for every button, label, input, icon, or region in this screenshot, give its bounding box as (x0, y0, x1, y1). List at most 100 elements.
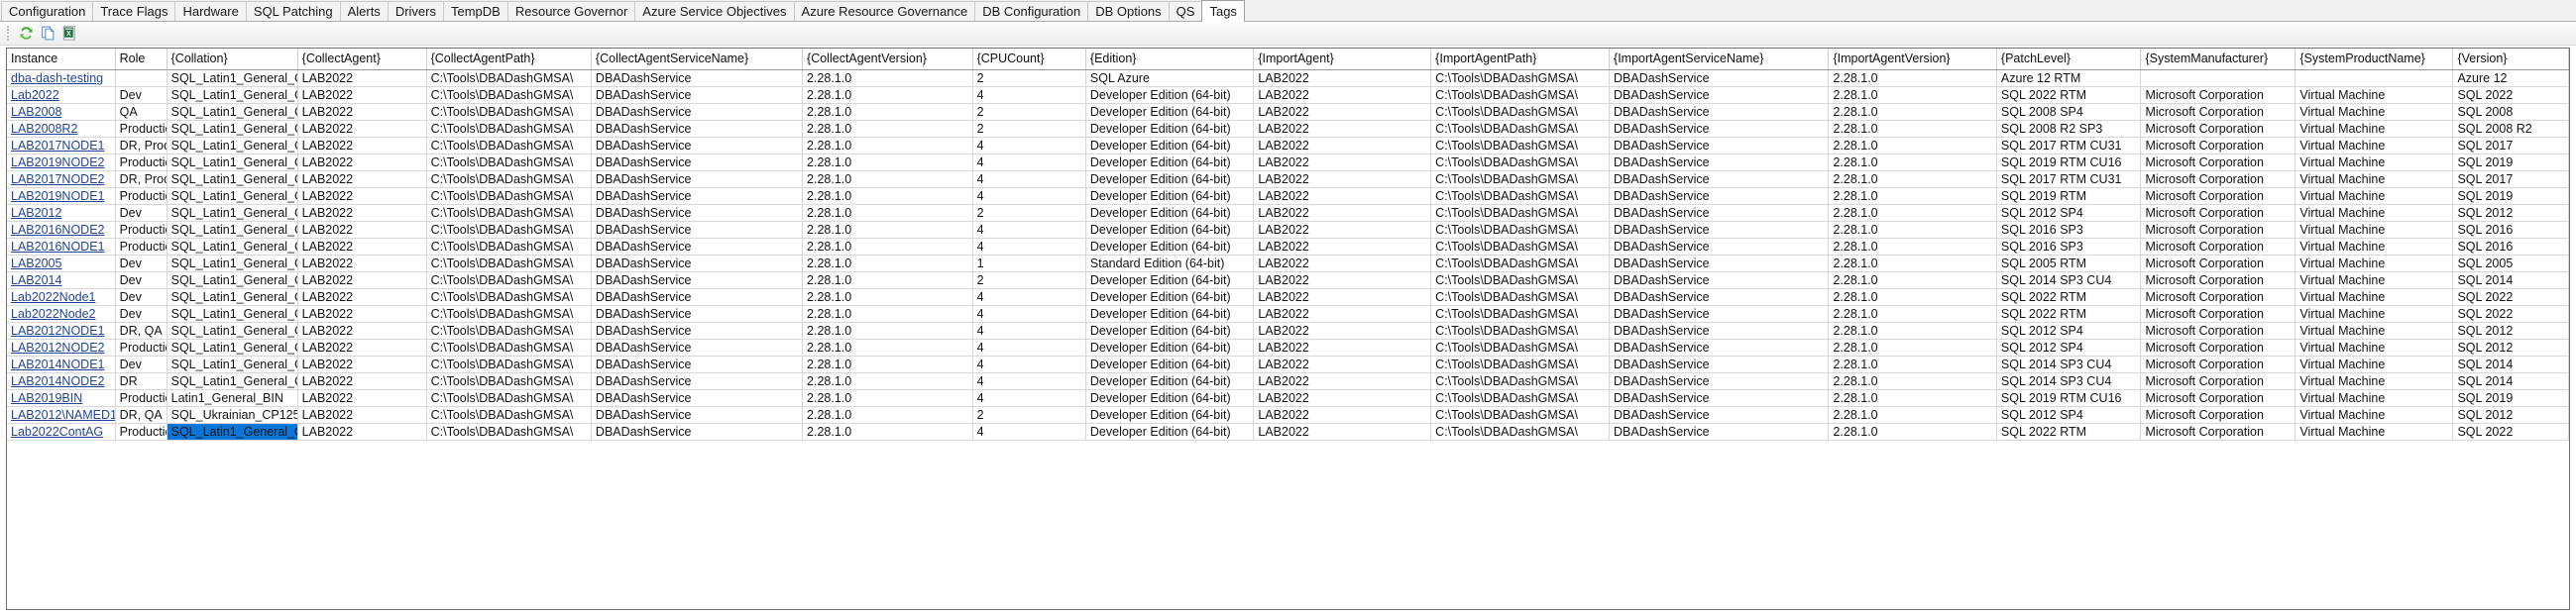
table-cell[interactable]: SQL 2019 (2452, 187, 2569, 205)
table-cell[interactable]: 2.28.1.0 (1828, 103, 1997, 121)
table-cell[interactable]: C:\Tools\DBADashGMSA\ (1430, 154, 1611, 171)
table-cell[interactable]: 2.28.1.0 (802, 389, 973, 407)
table-cell[interactable]: Microsoft Corporation (2140, 389, 2296, 407)
table-row[interactable]: LAB2016NODE2 ProductionSQL_Latin1_General… (7, 221, 2569, 239)
table-cell[interactable]: LAB2022 (1253, 86, 1432, 104)
instance-link-cell[interactable]: Lab2022Node1 (7, 288, 116, 306)
table-cell[interactable]: 2.28.1.0 (802, 305, 973, 323)
table-cell[interactable]: SQL 2014 (2452, 271, 2569, 289)
table-row[interactable]: LAB2014NODE1 DevSQL_Latin1_General_CP1_CI… (7, 356, 2569, 373)
table-cell[interactable]: LAB2022 (297, 389, 427, 407)
tab-trace-flags[interactable]: Trace Flags (92, 1, 176, 21)
table-cell[interactable]: Microsoft Corporation (2140, 288, 2296, 306)
table-cell[interactable]: Microsoft Corporation (2140, 372, 2296, 390)
table-cell[interactable]: Developer Edition (64-bit) (1085, 372, 1255, 390)
column-header-importagent[interactable]: {ImportAgent} (1253, 49, 1432, 70)
table-cell[interactable]: C:\Tools\DBADashGMSA\ (1430, 103, 1611, 121)
table-cell[interactable]: DBADashService (1609, 423, 1830, 441)
table-cell[interactable]: Microsoft Corporation (2140, 120, 2296, 138)
tab-sql-patching[interactable]: SQL Patching (245, 1, 341, 21)
table-cell[interactable]: 2.28.1.0 (802, 372, 973, 390)
table-cell[interactable]: DBADashService (591, 271, 804, 289)
instance-link-cell[interactable]: Lab2022ContAG (7, 423, 116, 441)
table-cell[interactable]: LAB2022 (297, 204, 427, 222)
column-header-cpucount[interactable]: {CPUCount} (972, 49, 1086, 70)
table-cell[interactable]: Azure 12 RTM (1996, 69, 2142, 87)
table-cell[interactable]: Microsoft Corporation (2140, 406, 2296, 424)
table-cell[interactable]: SQL 2022 (2452, 288, 2569, 306)
table-cell[interactable]: C:\Tools\DBADashGMSA\ (1430, 238, 1611, 256)
table-cell[interactable]: SQL_Latin1_General_CP1_CI_AS (167, 137, 298, 154)
table-row[interactable]: LAB2019NODE2 ProductionSQL_Latin1_General… (7, 154, 2569, 171)
column-header-collectagent[interactable]: {CollectAgent} (297, 49, 427, 70)
table-cell[interactable]: SQL 2019 (2452, 154, 2569, 171)
table-cell[interactable]: Production (115, 187, 168, 205)
table-cell[interactable]: DBADashService (1609, 372, 1830, 390)
table-cell[interactable]: C:\Tools\DBADashGMSA\ (1430, 137, 1611, 154)
tab-hardware[interactable]: Hardware (174, 1, 247, 21)
table-cell[interactable]: C:\Tools\DBADashGMSA\ (1430, 271, 1611, 289)
table-cell[interactable]: 4 (972, 305, 1086, 323)
table-cell[interactable]: Microsoft Corporation (2140, 356, 2296, 373)
table-cell[interactable]: DBADashService (591, 389, 804, 407)
instance-link-cell[interactable]: LAB2016NODE2 (7, 221, 116, 239)
table-cell[interactable]: LAB2022 (1253, 170, 1432, 188)
table-cell[interactable]: SQL_Latin1_General_CP1_CI_AS (167, 204, 298, 222)
table-cell[interactable]: DBADashService (591, 221, 804, 239)
table-cell[interactable]: DR (115, 372, 168, 390)
table-cell[interactable]: Production (115, 221, 168, 239)
table-cell[interactable]: 4 (972, 86, 1086, 104)
instance-link[interactable]: LAB2017NODE1 (11, 139, 105, 153)
excel-export-icon[interactable]: X (58, 23, 80, 45)
table-cell[interactable]: DBADashService (591, 137, 804, 154)
table-cell[interactable]: Virtual Machine (2295, 288, 2454, 306)
table-cell[interactable]: SQL 2016 SP3 (1996, 238, 2142, 256)
table-cell[interactable]: 2.28.1.0 (802, 288, 973, 306)
table-cell[interactable]: Standard Edition (64-bit) (1085, 255, 1255, 272)
table-cell[interactable]: DBADashService (1609, 356, 1830, 373)
column-header-collectagentpath[interactable]: {CollectAgentPath} (426, 49, 592, 70)
table-cell[interactable]: C:\Tools\DBADashGMSA\ (426, 372, 592, 390)
table-cell[interactable]: C:\Tools\DBADashGMSA\ (1430, 339, 1611, 357)
table-cell[interactable]: SQL_Ukrainian_CP1251_CS_AS (167, 406, 298, 424)
instance-link-cell[interactable]: dba-dash-testing (7, 69, 116, 87)
table-row[interactable]: LAB2008R2 ProductionSQL_Latin1_General_CP… (7, 120, 2569, 138)
table-cell[interactable]: 2 (972, 271, 1086, 289)
table-cell[interactable]: 2.28.1.0 (802, 221, 973, 239)
table-cell[interactable]: Microsoft Corporation (2140, 322, 2296, 340)
instance-link-cell[interactable]: LAB2012NODE1 (7, 322, 116, 340)
instance-link[interactable]: LAB2014NODE1 (11, 358, 105, 371)
table-cell[interactable]: SQL 2014 (2452, 356, 2569, 373)
table-cell[interactable]: DBADashService (591, 238, 804, 256)
table-cell[interactable]: SQL 2012 (2452, 339, 2569, 357)
table-cell[interactable]: C:\Tools\DBADashGMSA\ (1430, 406, 1611, 424)
table-row[interactable]: Lab2022Node2 DevSQL_Latin1_General_CP1_CI… (7, 305, 2569, 323)
table-cell[interactable]: Microsoft Corporation (2140, 305, 2296, 323)
table-cell[interactable]: C:\Tools\DBADashGMSA\ (426, 389, 592, 407)
table-cell[interactable]: Production (115, 389, 168, 407)
table-cell[interactable]: Virtual Machine (2295, 255, 2454, 272)
table-row[interactable]: LAB2019BINProductionLatin1_General_BINLA… (7, 389, 2569, 407)
table-cell[interactable]: Microsoft Corporation (2140, 204, 2296, 222)
table-cell[interactable]: 2 (972, 69, 1086, 87)
instance-link[interactable]: LAB2017NODE2 (11, 172, 105, 186)
copy-icon[interactable] (37, 23, 58, 45)
table-cell[interactable]: DBADashService (1609, 305, 1830, 323)
table-cell[interactable]: SQL 2014 SP3 CU4 (1996, 271, 2142, 289)
table-row[interactable]: LAB2014NODE2 DRSQL_Latin1_General_CP1_CI_… (7, 372, 2569, 390)
table-cell[interactable]: Dev (115, 255, 168, 272)
table-cell[interactable]: DBADashService (1609, 406, 1830, 424)
table-cell[interactable]: LAB2022 (297, 103, 427, 121)
table-cell[interactable]: Developer Edition (64-bit) (1085, 322, 1255, 340)
table-cell[interactable]: 2.28.1.0 (1828, 120, 1997, 138)
table-cell[interactable]: SQL 2022 RTM (1996, 86, 2142, 104)
table-cell[interactable]: Azure 12 (2452, 69, 2569, 87)
table-cell[interactable]: LAB2022 (1253, 356, 1432, 373)
table-cell[interactable]: Developer Edition (64-bit) (1085, 288, 1255, 306)
table-cell[interactable]: C:\Tools\DBADashGMSA\ (426, 288, 592, 306)
table-cell[interactable]: 2.28.1.0 (802, 187, 973, 205)
table-cell[interactable]: Developer Edition (64-bit) (1085, 221, 1255, 239)
table-cell[interactable]: C:\Tools\DBADashGMSA\ (426, 406, 592, 424)
table-cell[interactable]: LAB2022 (297, 69, 427, 87)
table-cell[interactable] (2140, 69, 2296, 87)
